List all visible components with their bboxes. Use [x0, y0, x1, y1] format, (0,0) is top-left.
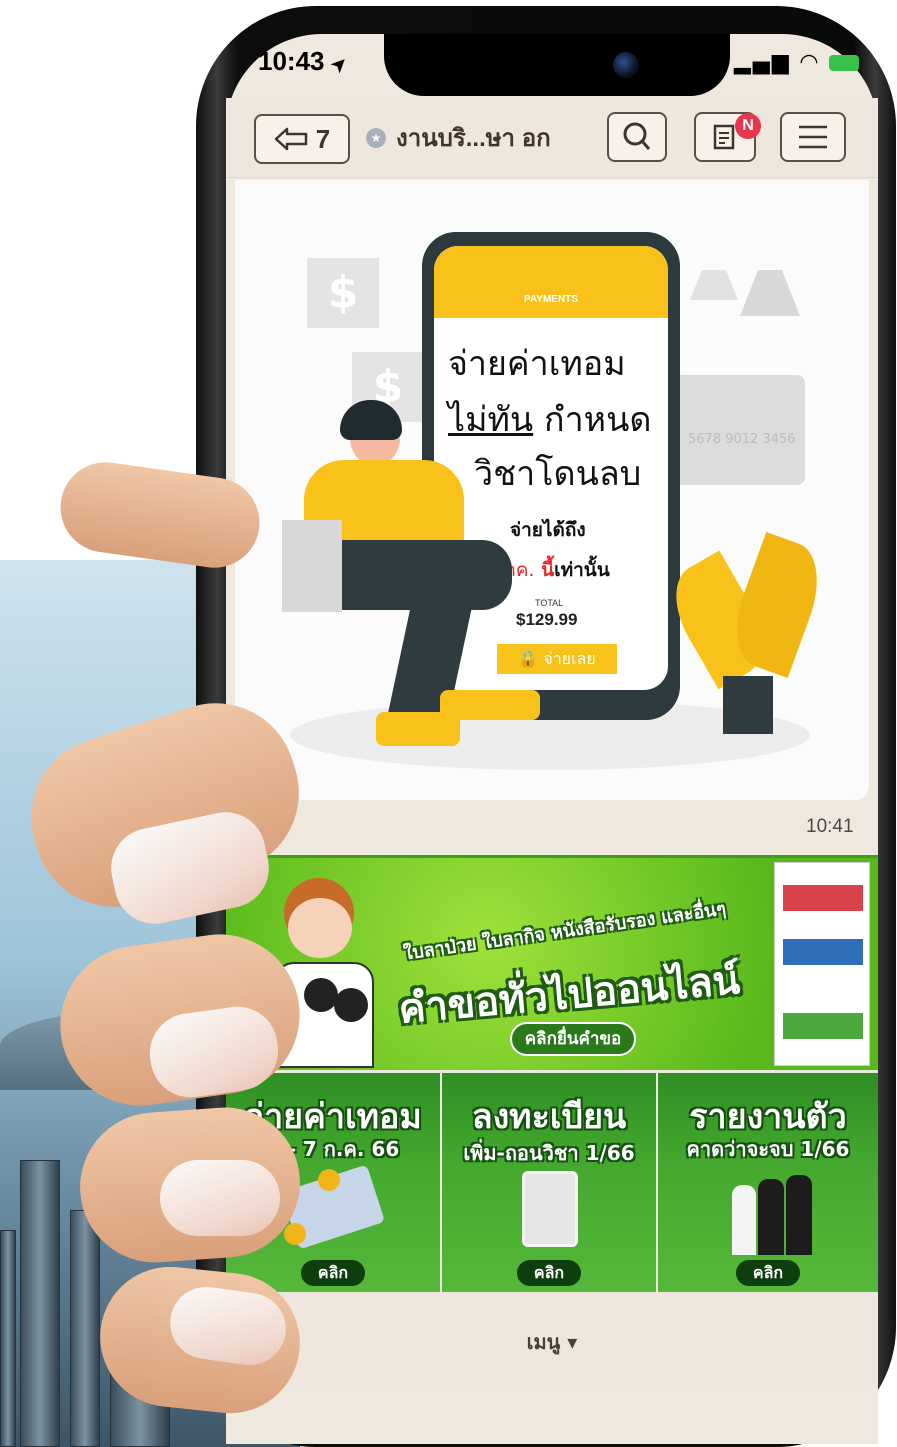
shield-icon: ★ [366, 128, 386, 148]
total-label: TOTAL [535, 598, 564, 608]
notes-badge: N [735, 113, 761, 139]
general-request-banner[interactable]: ใบลาป่วย ใบลากิจ หนังสือรับรอง และอื่นๆ … [226, 855, 878, 1070]
signal-icon: ▂▄▆ [734, 50, 791, 75]
background-tower [20, 1160, 60, 1447]
dollar-card-decoration: $ [307, 258, 379, 328]
phone-notch [384, 34, 730, 96]
coin-icon [318, 1169, 340, 1191]
rich-menu: ใบลาป่วย ใบลากิจ หนังสือรับรอง และอื่นๆ … [226, 855, 878, 1292]
form-bar [783, 1013, 863, 1039]
promo-line-2: ไม่ทัน กำหนด [448, 400, 652, 440]
bottom-menu-bar[interactable]: เมนู ▾ [226, 1292, 878, 1392]
camera-icon [613, 52, 639, 78]
chat-title: งานบริ...ษา อก [396, 125, 551, 152]
tile-subtitle: เพิ่ม-ถอนวิชา 1/66 [463, 1141, 635, 1165]
lock-icon: 🔒 [518, 649, 539, 668]
tablet-icon [522, 1171, 578, 1247]
background-tower [70, 1210, 100, 1447]
background-tower [0, 1230, 16, 1447]
pay-now-button: 🔒 จ่ายเลย [497, 644, 617, 674]
tile-report-graduation[interactable]: รายงานตัว คาดว่าจะจบ 1/66 คลิก [658, 1073, 878, 1292]
status-icons: ▂▄▆ ◠ [734, 50, 860, 75]
graduates-icon [732, 1169, 812, 1255]
plant-pot [723, 676, 773, 734]
tile-click-button[interactable]: คลิก [517, 1260, 581, 1286]
request-form-preview [774, 862, 870, 1066]
card-number: 5678 9012 3456 [688, 432, 796, 447]
search-button[interactable] [607, 112, 667, 162]
form-bar [783, 939, 863, 965]
hamburger-menu-button[interactable] [780, 112, 846, 162]
form-bar [783, 885, 863, 911]
submit-request-button[interactable]: คลิกยื่นคำขอ [510, 1022, 636, 1056]
total-value: $129.99 [516, 610, 578, 629]
payments-header: PAYMENTS [434, 246, 668, 318]
unread-count: 7 [315, 123, 331, 154]
chat-header: 7 ★ งานบริ...ษา อก N [226, 98, 878, 178]
tile-click-button[interactable]: คลิก [301, 1260, 365, 1286]
tile-click-button[interactable]: คลิก [736, 1260, 800, 1286]
tile-registration[interactable]: ลงทะเบียน เพิ่ม-ถอนวิชา 1/66 คลิก [442, 1073, 656, 1292]
pay-until-label: จ่ายได้ถึง [510, 519, 586, 541]
tile-title: ลงทะเบียน [471, 1097, 627, 1137]
wifi-icon: ◠ [800, 50, 820, 75]
battery-icon [829, 55, 860, 71]
promo-line-1: จ่ายค่าเทอม [448, 344, 626, 384]
menu-toggle-label[interactable]: เมนู ▾ [226, 1326, 878, 1358]
hamburger-icon [799, 125, 827, 149]
coin-icon [284, 1223, 306, 1245]
search-icon [623, 122, 651, 150]
message-timestamp: 10:41 [806, 816, 854, 837]
promo-line-3: วิชาโดนลบ [474, 454, 642, 494]
back-button[interactable]: 7 [254, 114, 350, 164]
status-time: 10:43 ➤ [258, 46, 352, 77]
tile-subtitle: คาดว่าจะจบ 1/66 [686, 1137, 850, 1161]
fingernail [160, 1160, 280, 1236]
back-arrow-icon [274, 127, 308, 151]
